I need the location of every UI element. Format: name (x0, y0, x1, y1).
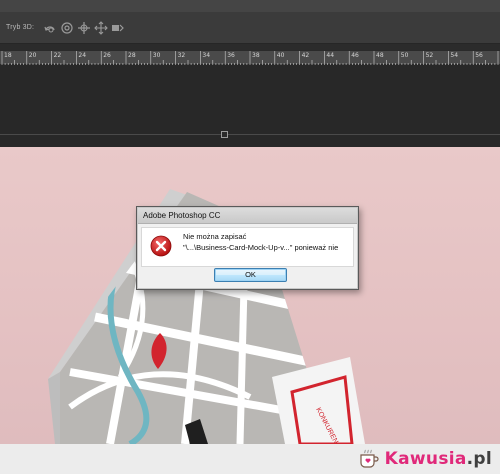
dialog-titlebar[interactable]: Adobe Photoshop CC (138, 208, 357, 224)
ruler-label: 24 (78, 52, 87, 59)
error-message-line1: Nie można zapisać (183, 232, 247, 241)
scale-3d-icon[interactable] (111, 21, 125, 35)
ruler-label: 38 (252, 52, 260, 59)
document-canvas[interactable]: KONKURENCYJ (0, 147, 500, 444)
ruler-label: 44 (326, 52, 335, 59)
error-message-line2: "\...\Business-Card-Mock-Up-v..." poniew… (183, 243, 339, 252)
horizontal-ruler: 18 20 22 24 26 28 30 32 34 36 38 40 42 44 46 48 50 52 54 56 (0, 50, 500, 66)
dialog-body: Nie można zapisać "\...\Business-Card-Mo… (141, 227, 354, 267)
ruler-label: 34 (202, 52, 211, 59)
ruler-label: 46 (351, 52, 359, 59)
error-dialog: Adobe Photoshop CC Nie można zapisać "\.… (136, 206, 359, 290)
ruler-label: 48 (376, 52, 384, 59)
business-card-mockup: KONKURENCYJ (48, 189, 365, 444)
roll-3d-icon[interactable] (60, 21, 74, 35)
mode-3d-label: Tryb 3D: (6, 24, 35, 31)
ruler-label: 52 (425, 52, 434, 59)
ruler-label: 22 (53, 52, 62, 59)
watermark-brand-rest: awusia (398, 449, 467, 469)
transform-handle[interactable] (221, 131, 228, 138)
options-bar: Tryb 3D: (0, 0, 500, 44)
watermark-brand-k: K (384, 449, 399, 469)
panel-divider (0, 134, 500, 135)
error-icon (150, 235, 172, 257)
ruler-label: 32 (177, 52, 186, 59)
coffee-cup-icon (357, 447, 381, 471)
ruler-label: 30 (152, 52, 161, 59)
ruler-label: 54 (450, 52, 459, 59)
document-pasteboard (0, 65, 500, 147)
menu-strip (0, 0, 500, 12)
photoshop-window: Tryb 3D: 18 20 22 24 26 28 30 32 34 36 38 40 42 44 46 4… (0, 0, 500, 474)
pan-3d-icon[interactable] (77, 21, 91, 35)
ruler-label: 56 (475, 52, 483, 59)
slide-3d-icon[interactable] (94, 21, 108, 35)
watermark-domain: .pl (466, 449, 492, 469)
dialog-title: Adobe Photoshop CC (143, 211, 221, 220)
ruler-label: 36 (227, 52, 235, 59)
ruler-label: 20 (28, 52, 37, 59)
ruler-label: 42 (301, 52, 310, 59)
ruler-label: 50 (400, 52, 409, 59)
watermark: Kawusia.pl (357, 446, 492, 472)
ruler-label: 28 (128, 52, 136, 59)
watermark-brand: Kawusia.pl (385, 449, 492, 469)
ruler-label: 26 (103, 52, 111, 59)
ok-button[interactable]: OK (214, 268, 287, 282)
ruler-label: 18 (4, 52, 12, 59)
ruler-label: 40 (276, 52, 285, 59)
dialog-footer: OK (138, 267, 357, 288)
rotate-3d-icon[interactable] (43, 21, 57, 35)
